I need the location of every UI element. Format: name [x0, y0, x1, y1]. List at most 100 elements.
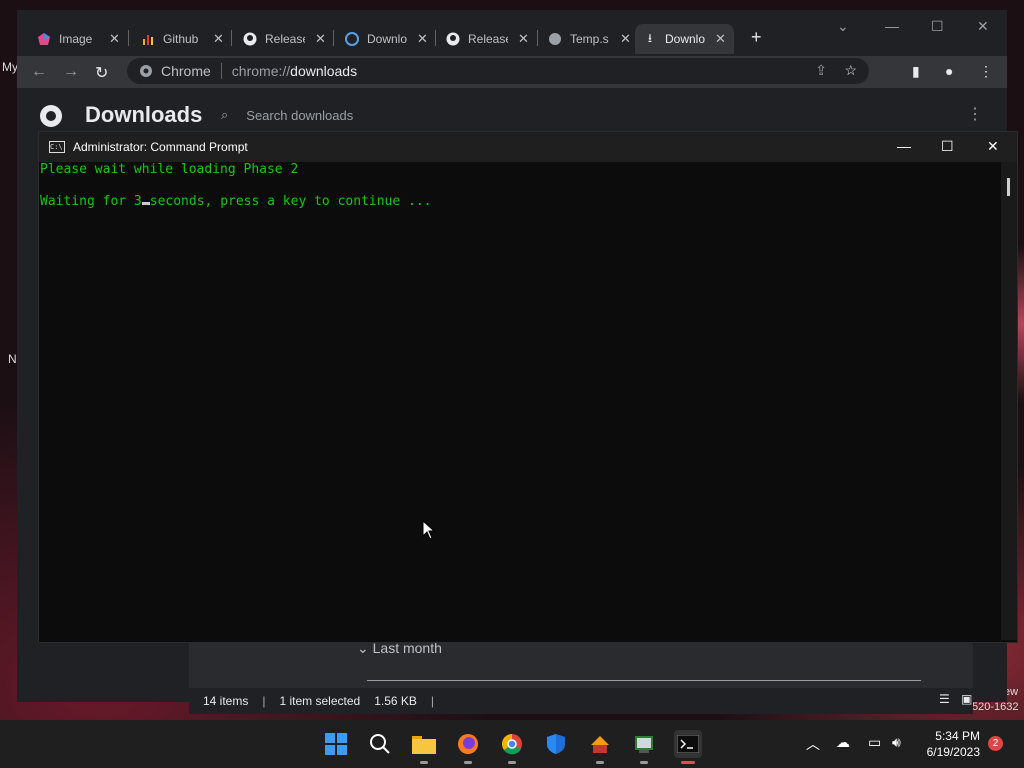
- back-button[interactable]: ←: [31, 63, 47, 81]
- url-scheme: chrome://: [231, 63, 291, 79]
- cmd-title-bar[interactable]: C:\ Administrator: Command Prompt — ☐ ✕: [39, 132, 1017, 162]
- site-chip-label: Chrome: [161, 63, 211, 79]
- reload-button[interactable]: ↻: [95, 63, 108, 83]
- chrome-button[interactable]: [498, 730, 526, 764]
- chevron-up-icon[interactable]: ︿: [806, 734, 820, 754]
- minimize-button[interactable]: —: [897, 138, 911, 154]
- divider: |: [262, 694, 266, 708]
- desktop-label: N: [8, 352, 17, 366]
- tab-separator: [128, 30, 129, 46]
- running-indicator: [596, 761, 604, 764]
- tab-github[interactable]: Github ✕: [141, 24, 224, 54]
- desktop-label: My: [2, 60, 18, 74]
- search-downloads[interactable]: ⌕ Search downloads: [207, 100, 887, 130]
- close-button[interactable]: ✕: [977, 18, 989, 35]
- desktop-label: 520-1632: [972, 701, 1019, 713]
- tab-separator: [435, 30, 436, 46]
- status-item-count: 14 items: [203, 694, 249, 708]
- console-line: Please wait while loading Phase 2: [40, 162, 299, 177]
- menu-icon[interactable]: ⋮: [979, 63, 993, 80]
- running-indicator: [420, 761, 428, 764]
- address-bar[interactable]: Chrome chrome://downloads ☆ ⇪: [127, 58, 869, 84]
- running-indicator: [508, 761, 516, 764]
- status-selected: 1 item selected: [279, 694, 361, 708]
- globe-icon: [548, 32, 562, 46]
- github-icon: [243, 32, 257, 46]
- tab-title: Image: [59, 32, 93, 46]
- cmd-icon: [677, 735, 699, 753]
- file-explorer-button[interactable]: [410, 730, 438, 764]
- tab-releases[interactable]: Releases ✕: [243, 24, 326, 54]
- maximize-button[interactable]: ☐: [941, 138, 954, 155]
- console-output[interactable]: Please wait while loading Phase 2 Waitin…: [39, 162, 999, 640]
- clock[interactable]: 5:34 PM 6/19/2023: [922, 728, 980, 760]
- firefox-button[interactable]: [454, 730, 482, 764]
- tiles-view-icon[interactable]: ▣: [961, 692, 972, 706]
- close-icon[interactable]: ✕: [109, 31, 120, 47]
- close-icon[interactable]: ✕: [315, 31, 326, 47]
- console-text: seconds, press a key to continue ...: [149, 194, 432, 209]
- cmd-icon: C:\: [49, 141, 65, 153]
- windows-icon: [325, 733, 347, 755]
- divider: |: [430, 694, 435, 708]
- tab-title: Github: [163, 32, 199, 46]
- shield-icon: [547, 734, 565, 754]
- clock-date: 6/19/2023: [926, 745, 980, 759]
- app-button[interactable]: [630, 730, 658, 764]
- security-button[interactable]: [542, 730, 570, 758]
- close-button[interactable]: ✕: [987, 138, 999, 155]
- search-button[interactable]: [366, 730, 394, 758]
- tab-separator: [537, 30, 538, 46]
- tab-image[interactable]: Image ✕: [37, 24, 120, 54]
- terminal-app-icon: [635, 736, 653, 753]
- forward-button[interactable]: →: [63, 63, 79, 81]
- close-icon[interactable]: ✕: [417, 31, 428, 47]
- close-icon[interactable]: ✕: [715, 31, 726, 47]
- status-size: 1.56 KB: [374, 694, 417, 708]
- chevron-down-icon[interactable]: ⌄: [837, 18, 849, 35]
- download-icon: ⭳: [647, 30, 653, 45]
- active-indicator: [681, 761, 695, 764]
- new-tab-button[interactable]: +: [751, 27, 762, 48]
- close-icon[interactable]: ✕: [518, 31, 529, 47]
- onedrive-icon[interactable]: ☁: [836, 734, 850, 751]
- close-icon[interactable]: ✕: [213, 31, 224, 47]
- maximize-button[interactable]: ☐: [931, 18, 944, 35]
- more-icon[interactable]: ⋮: [967, 104, 983, 124]
- tab-title: Releases: [468, 32, 508, 46]
- tab-releases[interactable]: Releases ✕: [446, 24, 529, 54]
- search-icon: [370, 734, 390, 754]
- notification-badge[interactable]: 2: [988, 736, 1003, 751]
- chrome-logo-icon: [40, 105, 62, 127]
- start-button[interactable]: [322, 730, 350, 758]
- scrollbar-thumb[interactable]: [1007, 178, 1010, 196]
- volume-icon[interactable]: 🔊︎: [892, 734, 901, 751]
- tab-temp[interactable]: Temp.s ✕: [548, 24, 631, 54]
- tab-title: Temp.s: [570, 32, 609, 46]
- running-indicator: [464, 761, 472, 764]
- mouse-cursor-icon: [422, 520, 436, 540]
- tab-title: Download: [665, 32, 705, 46]
- minimize-button[interactable]: —: [885, 18, 899, 34]
- tab-title: Download: [367, 32, 407, 46]
- star-icon[interactable]: ☆: [844, 62, 857, 79]
- tab-downloads-active[interactable]: ⭳ Download ✕: [635, 24, 734, 54]
- chrome-icon: [502, 734, 522, 755]
- details-view-icon[interactable]: ☰: [939, 692, 950, 706]
- url-text: chrome://downloads: [222, 63, 357, 79]
- download-site-icon: [345, 32, 359, 46]
- scrollbar[interactable]: [1001, 162, 1017, 640]
- site-chip[interactable]: Chrome: [127, 63, 222, 79]
- command-prompt-window: C:\ Administrator: Command Prompt — ☐ ✕ …: [38, 131, 1018, 643]
- app-button[interactable]: [586, 730, 614, 764]
- close-icon[interactable]: ✕: [620, 31, 631, 47]
- profile-icon[interactable]: ●: [945, 63, 953, 79]
- tab-title: Releases: [265, 32, 305, 46]
- side-panel-icon[interactable]: ▮: [912, 63, 920, 80]
- tool-icon: [591, 736, 609, 753]
- share-icon[interactable]: ⇪: [815, 62, 827, 79]
- network-icon[interactable]: ▭: [868, 734, 881, 751]
- command-prompt-button[interactable]: [674, 730, 702, 764]
- tab-download[interactable]: Download ✕: [345, 24, 428, 54]
- url-path: downloads: [290, 63, 358, 79]
